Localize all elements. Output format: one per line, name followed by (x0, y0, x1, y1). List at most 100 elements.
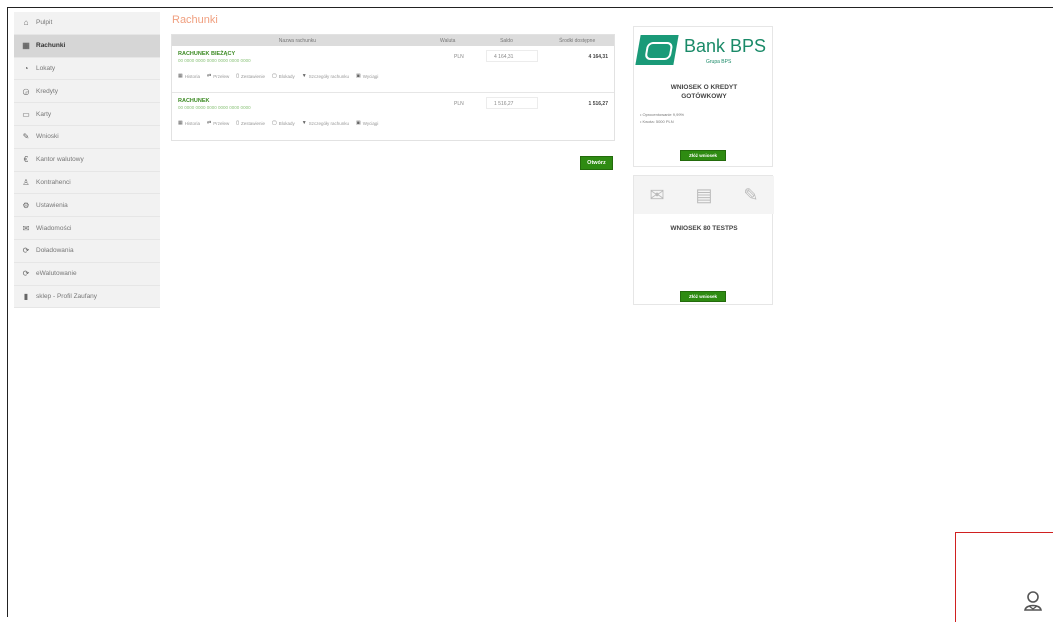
sidebar-item-label: Wnioski (36, 133, 59, 141)
action-wyciągi[interactable]: ▣ Wyciągi (356, 73, 378, 79)
account-number: 00 0000 0000 0000 0000 0000 0000 (178, 105, 251, 110)
ad-title-line1: WNIOSEK O KREDYT (670, 84, 738, 91)
sidebar-item-rachunki[interactable]: ▦ Rachunki (14, 34, 160, 58)
action-szczegóły[interactable]: ▼ Szczegóły rachunku (302, 73, 349, 79)
promo-ad[interactable]: ✉ ▤ ✎ WNIOSEK 80 TESTPS Złóż wniosek (633, 175, 774, 305)
sidebar-item-kredyty[interactable]: ◶ Kredyty (14, 80, 160, 104)
account-actions: ▦ Historia ⇄ Przelew ▯ Zestawienie ▢ Blokady ▼ Sz… (178, 120, 378, 126)
mail-icon: ✉ (22, 223, 30, 233)
lock-icon: ▢ (272, 73, 277, 79)
table-row: RACHUNEK 00 0000 0000 0000 0000 0000 000… (172, 93, 614, 140)
action-blokady[interactable]: ▢ Blokady (272, 120, 295, 126)
action-wyciągi[interactable]: ▣ Wyciągi (356, 120, 378, 126)
bps-logo-icon (635, 35, 679, 65)
sidebar-item-label: Rachunki (36, 42, 66, 50)
user-icon[interactable] (1022, 590, 1044, 612)
filter-icon: ▼ (301, 73, 307, 79)
exchange-icon: € (23, 155, 29, 165)
home-icon: ⌂ (23, 18, 29, 28)
sidebar-item-label: Kontrahenci (36, 178, 71, 186)
col-header-available: Środki dostępne (559, 37, 596, 44)
action-label: Blokady (278, 120, 295, 126)
ad-title: WNIOSEK O KREDYT GOTÓWKOWY (634, 83, 774, 101)
action-zestawienie[interactable]: ▯ Zestawienie (236, 120, 265, 126)
ad-bullet: • Kwota: 5000 PLN (640, 119, 674, 124)
apply-button[interactable]: Złóż wniosek (680, 291, 726, 302)
transfer-icon: ⇄ (207, 73, 212, 79)
lock-icon: ▢ (272, 120, 277, 126)
account-name[interactable]: RACHUNEK (178, 98, 209, 104)
request-icon: ✎ (22, 132, 30, 142)
accounts-icon: ▦ (22, 41, 30, 51)
action-historia[interactable]: ▦ Historia (178, 73, 200, 79)
sidebar-item-sklep[interactable]: ▮ sklep - Profil Zaufany (14, 286, 160, 309)
cards-icon: ✉ (649, 184, 665, 205)
sidebar-item-label: Karty (36, 110, 52, 118)
sidebar-item-label: Doładowania (36, 247, 74, 255)
sidebar-item-doładowania[interactable]: ⟳ Doładowania (14, 240, 160, 263)
action-przelew[interactable]: ⇄ Przelew (207, 73, 229, 79)
bank-subtitle: Grupa BPS (706, 59, 732, 65)
history-icon: ▦ (178, 120, 183, 126)
card-icon: ▭ (22, 109, 30, 119)
sidebar-item-label: Lokaty (36, 64, 56, 72)
deposit-icon: ◔ (23, 63, 29, 73)
sidebar-item-ustawienia[interactable]: ⚙ Ustawienia (14, 194, 160, 218)
action-label: Przelew (213, 120, 230, 126)
history-icon: ▦ (178, 73, 183, 79)
extract-icon: ▣ (355, 120, 361, 126)
document-icon: ▤ (695, 184, 713, 205)
action-label: Zestawienie (240, 73, 265, 79)
sidebar-item-wiadomości[interactable]: ✉ Wiadomości (14, 217, 160, 240)
sidebar-item-wnioski[interactable]: ✎ Wnioski (14, 126, 160, 149)
action-label: Szczegóły rachunku (308, 73, 349, 79)
ad-bullets: • Oprocentowanie 9,99% • Kwota: 5000 PLN (640, 111, 684, 125)
action-label: Historia (184, 120, 200, 126)
bank-bps-ad[interactable]: Bank BPS Grupa BPS WNIOSEK O KREDYT GOTÓ… (633, 26, 773, 167)
extract-icon: ▣ (355, 73, 361, 79)
sidebar-item-kontrahenci[interactable]: ♙ Kontrahenci (14, 172, 160, 195)
account-saldo: 1 516,27 (494, 101, 514, 107)
action-szczegóły[interactable]: ▼ Szczegóły rachunku (302, 120, 349, 126)
sidebar: ⌂ Pulpit ▦ Rachunki ◔ Lokaty ◶ Kredyty ▭ Karty ✎ Wn… (14, 12, 160, 309)
sidebar-item-kantor[interactable]: € Kantor walutowy (14, 149, 160, 172)
action-label: Szczegóły rachunku (308, 120, 349, 126)
sidebar-item-ewalutowanie[interactable]: ⟳ eWalutowanie (14, 263, 160, 286)
account-name[interactable]: RACHUNEK BIEŻĄCY (178, 51, 235, 57)
ad-bullet: • Oprocentowanie 9,99% (640, 112, 685, 117)
topup-icon: ⟳ (22, 246, 30, 256)
page-title: Rachunki (172, 14, 218, 26)
account-currency: PLN (454, 101, 464, 107)
action-label: Wyciągi (362, 120, 379, 126)
statement-icon: ▯ (236, 73, 239, 79)
action-przelew[interactable]: ⇄ Przelew (207, 120, 229, 126)
account-available: 1 516,27 (588, 101, 608, 107)
sidebar-item-label: Wiadomości (36, 224, 72, 232)
sidebar-item-label: Pulpit (36, 19, 53, 27)
ad-illustration: ✉ ▤ ✎ (634, 176, 774, 214)
sidebar-item-lokaty[interactable]: ◔ Lokaty (14, 58, 160, 81)
col-header-saldo: Saldo (500, 37, 513, 44)
action-label: Wyciągi (362, 73, 379, 79)
filter-icon: ▼ (301, 120, 307, 126)
contractors-icon: ♙ (22, 177, 30, 187)
table-header: Nazwa rachunku Waluta Saldo Środki dostę… (172, 35, 614, 46)
sidebar-item-pulpit[interactable]: ⌂ Pulpit (14, 12, 160, 35)
ad-title-line2: GOTÓWKOWY (681, 93, 727, 100)
action-blokady[interactable]: ▢ Blokady (272, 73, 295, 79)
action-zestawienie[interactable]: ▯ Zestawienie (236, 73, 265, 79)
bank-bps-logo: Bank BPS Grupa BPS (634, 27, 774, 73)
col-header-name: Nazwa rachunku (278, 37, 317, 44)
ad-title: WNIOSEK 80 TESTPS (670, 225, 738, 232)
credit-icon: ◶ (22, 86, 30, 96)
transfer-icon: ⇄ (207, 120, 212, 126)
open-account-button[interactable]: Otwórz (580, 156, 613, 170)
action-label: Blokady (278, 73, 295, 79)
action-label: Przelew (213, 73, 230, 79)
action-historia[interactable]: ▦ Historia (178, 120, 200, 126)
sidebar-item-label: sklep - Profil Zaufany (36, 292, 98, 300)
sidebar-item-karty[interactable]: ▭ Karty (14, 103, 160, 126)
accounts-table: Nazwa rachunku Waluta Saldo Środki dostę… (171, 34, 615, 141)
account-currency: PLN (454, 54, 464, 60)
apply-loan-button[interactable]: Złóż wniosek (680, 150, 726, 161)
